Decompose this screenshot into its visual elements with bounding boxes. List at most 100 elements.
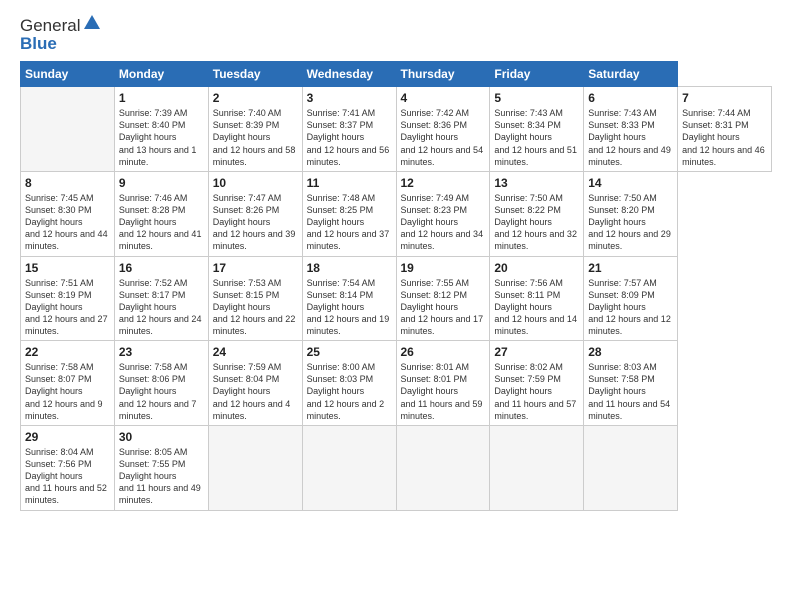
day-number: 22 xyxy=(25,345,110,359)
cell-content: Sunrise: 7:40 AMSunset: 8:39 PMDaylight … xyxy=(213,108,296,167)
day-number: 7 xyxy=(682,91,767,105)
cell-content: Sunrise: 7:51 AMSunset: 8:19 PMDaylight … xyxy=(25,278,108,337)
cell-content: Sunrise: 7:43 AMSunset: 8:34 PMDaylight … xyxy=(494,108,577,167)
day-header-thursday: Thursday xyxy=(396,62,490,87)
cell-content: Sunrise: 7:44 AMSunset: 8:31 PMDaylight … xyxy=(682,108,765,167)
day-number: 11 xyxy=(307,176,392,190)
cell-content: Sunrise: 7:50 AMSunset: 8:20 PMDaylight … xyxy=(588,193,671,252)
calendar-cell: 2 Sunrise: 7:40 AMSunset: 8:39 PMDayligh… xyxy=(208,87,302,172)
calendar-cell xyxy=(21,87,115,172)
day-number: 8 xyxy=(25,176,110,190)
day-number: 10 xyxy=(213,176,298,190)
day-number: 29 xyxy=(25,430,110,444)
calendar-cell: 28 Sunrise: 8:03 AMSunset: 7:58 PMDaylig… xyxy=(584,341,678,426)
day-number: 17 xyxy=(213,261,298,275)
day-number: 13 xyxy=(494,176,579,190)
cell-content: Sunrise: 8:04 AMSunset: 7:56 PMDaylight … xyxy=(25,447,107,506)
cell-content: Sunrise: 7:56 AMSunset: 8:11 PMDaylight … xyxy=(494,278,577,337)
calendar-cell: 23 Sunrise: 7:58 AMSunset: 8:06 PMDaylig… xyxy=(114,341,208,426)
cell-content: Sunrise: 7:52 AMSunset: 8:17 PMDaylight … xyxy=(119,278,202,337)
day-header-saturday: Saturday xyxy=(584,62,678,87)
calendar-cell: 3 Sunrise: 7:41 AMSunset: 8:37 PMDayligh… xyxy=(302,87,396,172)
cell-content: Sunrise: 8:03 AMSunset: 7:58 PMDaylight … xyxy=(588,362,670,421)
day-number: 4 xyxy=(401,91,486,105)
day-number: 2 xyxy=(213,91,298,105)
cell-content: Sunrise: 7:55 AMSunset: 8:12 PMDaylight … xyxy=(401,278,484,337)
day-number: 20 xyxy=(494,261,579,275)
cell-content: Sunrise: 7:58 AMSunset: 8:07 PMDaylight … xyxy=(25,362,103,421)
day-header-friday: Friday xyxy=(490,62,584,87)
calendar-cell: 20 Sunrise: 7:56 AMSunset: 8:11 PMDaylig… xyxy=(490,256,584,341)
day-number: 12 xyxy=(401,176,486,190)
day-number: 28 xyxy=(588,345,673,359)
calendar-cell: 16 Sunrise: 7:52 AMSunset: 8:17 PMDaylig… xyxy=(114,256,208,341)
calendar-cell: 12 Sunrise: 7:49 AMSunset: 8:23 PMDaylig… xyxy=(396,171,490,256)
cell-content: Sunrise: 7:50 AMSunset: 8:22 PMDaylight … xyxy=(494,193,577,252)
calendar-cell: 9 Sunrise: 7:46 AMSunset: 8:28 PMDayligh… xyxy=(114,171,208,256)
day-number: 30 xyxy=(119,430,204,444)
calendar-cell: 22 Sunrise: 7:58 AMSunset: 8:07 PMDaylig… xyxy=(21,341,115,426)
day-header-wednesday: Wednesday xyxy=(302,62,396,87)
cell-content: Sunrise: 7:41 AMSunset: 8:37 PMDaylight … xyxy=(307,108,390,167)
day-number: 5 xyxy=(494,91,579,105)
calendar-cell: 6 Sunrise: 7:43 AMSunset: 8:33 PMDayligh… xyxy=(584,87,678,172)
day-number: 24 xyxy=(213,345,298,359)
calendar-cell xyxy=(490,425,584,510)
day-number: 23 xyxy=(119,345,204,359)
calendar-cell xyxy=(302,425,396,510)
calendar-cell: 1 Sunrise: 7:39 AMSunset: 8:40 PMDayligh… xyxy=(114,87,208,172)
day-number: 25 xyxy=(307,345,392,359)
cell-content: Sunrise: 8:00 AMSunset: 8:03 PMDaylight … xyxy=(307,362,385,421)
calendar-cell xyxy=(396,425,490,510)
calendar-cell: 17 Sunrise: 7:53 AMSunset: 8:15 PMDaylig… xyxy=(208,256,302,341)
day-number: 15 xyxy=(25,261,110,275)
calendar-cell: 30 Sunrise: 8:05 AMSunset: 7:55 PMDaylig… xyxy=(114,425,208,510)
calendar-cell: 8 Sunrise: 7:45 AMSunset: 8:30 PMDayligh… xyxy=(21,171,115,256)
day-number: 14 xyxy=(588,176,673,190)
cell-content: Sunrise: 7:49 AMSunset: 8:23 PMDaylight … xyxy=(401,193,484,252)
day-number: 18 xyxy=(307,261,392,275)
day-number: 19 xyxy=(401,261,486,275)
day-number: 1 xyxy=(119,91,204,105)
calendar-cell xyxy=(584,425,678,510)
logo: General Blue xyxy=(20,16,102,53)
calendar-cell: 14 Sunrise: 7:50 AMSunset: 8:20 PMDaylig… xyxy=(584,171,678,256)
calendar-cell: 25 Sunrise: 8:00 AMSunset: 8:03 PMDaylig… xyxy=(302,341,396,426)
cell-content: Sunrise: 8:05 AMSunset: 7:55 PMDaylight … xyxy=(119,447,201,506)
cell-content: Sunrise: 7:54 AMSunset: 8:14 PMDaylight … xyxy=(307,278,390,337)
cell-content: Sunrise: 7:59 AMSunset: 8:04 PMDaylight … xyxy=(213,362,291,421)
cell-content: Sunrise: 7:42 AMSunset: 8:36 PMDaylight … xyxy=(401,108,484,167)
calendar-cell: 13 Sunrise: 7:50 AMSunset: 8:22 PMDaylig… xyxy=(490,171,584,256)
cell-content: Sunrise: 7:43 AMSunset: 8:33 PMDaylight … xyxy=(588,108,671,167)
calendar-cell: 21 Sunrise: 7:57 AMSunset: 8:09 PMDaylig… xyxy=(584,256,678,341)
cell-content: Sunrise: 7:58 AMSunset: 8:06 PMDaylight … xyxy=(119,362,197,421)
day-number: 3 xyxy=(307,91,392,105)
day-number: 6 xyxy=(588,91,673,105)
cell-content: Sunrise: 7:53 AMSunset: 8:15 PMDaylight … xyxy=(213,278,296,337)
calendar-cell xyxy=(208,425,302,510)
day-number: 16 xyxy=(119,261,204,275)
cell-content: Sunrise: 7:45 AMSunset: 8:30 PMDaylight … xyxy=(25,193,108,252)
calendar-cell: 15 Sunrise: 7:51 AMSunset: 8:19 PMDaylig… xyxy=(21,256,115,341)
cell-content: Sunrise: 7:39 AMSunset: 8:40 PMDaylight … xyxy=(119,108,197,167)
calendar-cell: 10 Sunrise: 7:47 AMSunset: 8:26 PMDaylig… xyxy=(208,171,302,256)
calendar-cell: 24 Sunrise: 7:59 AMSunset: 8:04 PMDaylig… xyxy=(208,341,302,426)
calendar-cell: 29 Sunrise: 8:04 AMSunset: 7:56 PMDaylig… xyxy=(21,425,115,510)
day-number: 9 xyxy=(119,176,204,190)
calendar-cell: 19 Sunrise: 7:55 AMSunset: 8:12 PMDaylig… xyxy=(396,256,490,341)
day-number: 26 xyxy=(401,345,486,359)
calendar-cell: 26 Sunrise: 8:01 AMSunset: 8:01 PMDaylig… xyxy=(396,341,490,426)
day-number: 27 xyxy=(494,345,579,359)
cell-content: Sunrise: 7:46 AMSunset: 8:28 PMDaylight … xyxy=(119,193,202,252)
calendar-cell: 11 Sunrise: 7:48 AMSunset: 8:25 PMDaylig… xyxy=(302,171,396,256)
calendar-cell: 5 Sunrise: 7:43 AMSunset: 8:34 PMDayligh… xyxy=(490,87,584,172)
cell-content: Sunrise: 8:02 AMSunset: 7:59 PMDaylight … xyxy=(494,362,576,421)
day-header-tuesday: Tuesday xyxy=(208,62,302,87)
day-header-monday: Monday xyxy=(114,62,208,87)
calendar-cell: 7 Sunrise: 7:44 AMSunset: 8:31 PMDayligh… xyxy=(678,87,772,172)
day-number: 21 xyxy=(588,261,673,275)
calendar: SundayMondayTuesdayWednesdayThursdayFrid… xyxy=(20,61,772,511)
cell-content: Sunrise: 8:01 AMSunset: 8:01 PMDaylight … xyxy=(401,362,483,421)
cell-content: Sunrise: 7:48 AMSunset: 8:25 PMDaylight … xyxy=(307,193,390,252)
calendar-cell: 4 Sunrise: 7:42 AMSunset: 8:36 PMDayligh… xyxy=(396,87,490,172)
